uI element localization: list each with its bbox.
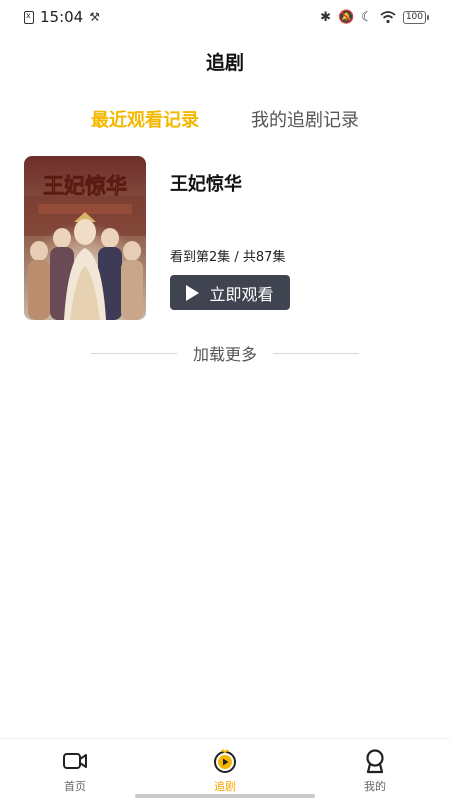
- status-left: 15:04 ⚒: [24, 8, 100, 26]
- nav-home-label: 首页: [64, 780, 86, 793]
- battery-icon: 100: [402, 10, 430, 24]
- bluetooth-icon: ✱: [320, 9, 331, 25]
- bottom-nav: 首页 追剧 我的: [0, 738, 450, 800]
- wifi-icon: [380, 10, 396, 23]
- tab-my-follow[interactable]: 我的追剧记录: [251, 106, 359, 132]
- nav-follow[interactable]: 追剧: [175, 739, 275, 800]
- drama-poster[interactable]: 王妃惊华: [24, 156, 146, 320]
- load-more-row: 加载更多: [0, 341, 450, 365]
- divider-right: [273, 352, 359, 354]
- page-title: 追剧: [205, 52, 244, 74]
- nav-mine-label: 我的: [364, 780, 386, 793]
- mute-icon: 🔕: [337, 9, 355, 25]
- nav-follow-label: 追剧: [214, 780, 236, 793]
- nav-mine[interactable]: 我的: [325, 739, 425, 800]
- record-tabs: 最近观看记录 我的追剧记录: [0, 106, 450, 132]
- play-icon: [186, 284, 200, 301]
- tools-icon: ⚒: [89, 10, 100, 24]
- sim-icon: [24, 10, 34, 24]
- status-right: ✱ 🔕 ☾ 100: [320, 9, 430, 25]
- drama-title[interactable]: 王妃惊华: [170, 170, 242, 196]
- poster-title-text: 王妃惊华: [43, 173, 127, 198]
- moon-icon: ☾: [361, 9, 373, 25]
- status-bar: 15:04 ⚒ ✱ 🔕 ☾ 100: [0, 0, 450, 34]
- divider-left: [90, 352, 177, 354]
- play-circle-icon: [212, 748, 238, 774]
- user-badge-icon: [362, 748, 388, 774]
- drama-info: 王妃惊华 看到第2集 / 共87集 立即观看: [170, 156, 430, 320]
- poster-image: 王妃惊华: [24, 156, 146, 320]
- home-indicator: [135, 794, 315, 798]
- watch-now-button[interactable]: 立即观看: [170, 275, 290, 310]
- tab-recent-watch[interactable]: 最近观看记录: [91, 106, 199, 132]
- video-camera-icon: [62, 748, 88, 774]
- watch-now-label: 立即观看: [209, 284, 274, 304]
- nav-home[interactable]: 首页: [25, 739, 125, 800]
- status-time: 15:04: [40, 8, 84, 26]
- episode-progress: 看到第2集 / 共87集: [170, 250, 286, 265]
- load-more-button[interactable]: 加载更多: [193, 341, 257, 365]
- drama-card: 王妃惊华 王妃惊华 看到第2集 / 共87集 立即观看: [24, 156, 434, 322]
